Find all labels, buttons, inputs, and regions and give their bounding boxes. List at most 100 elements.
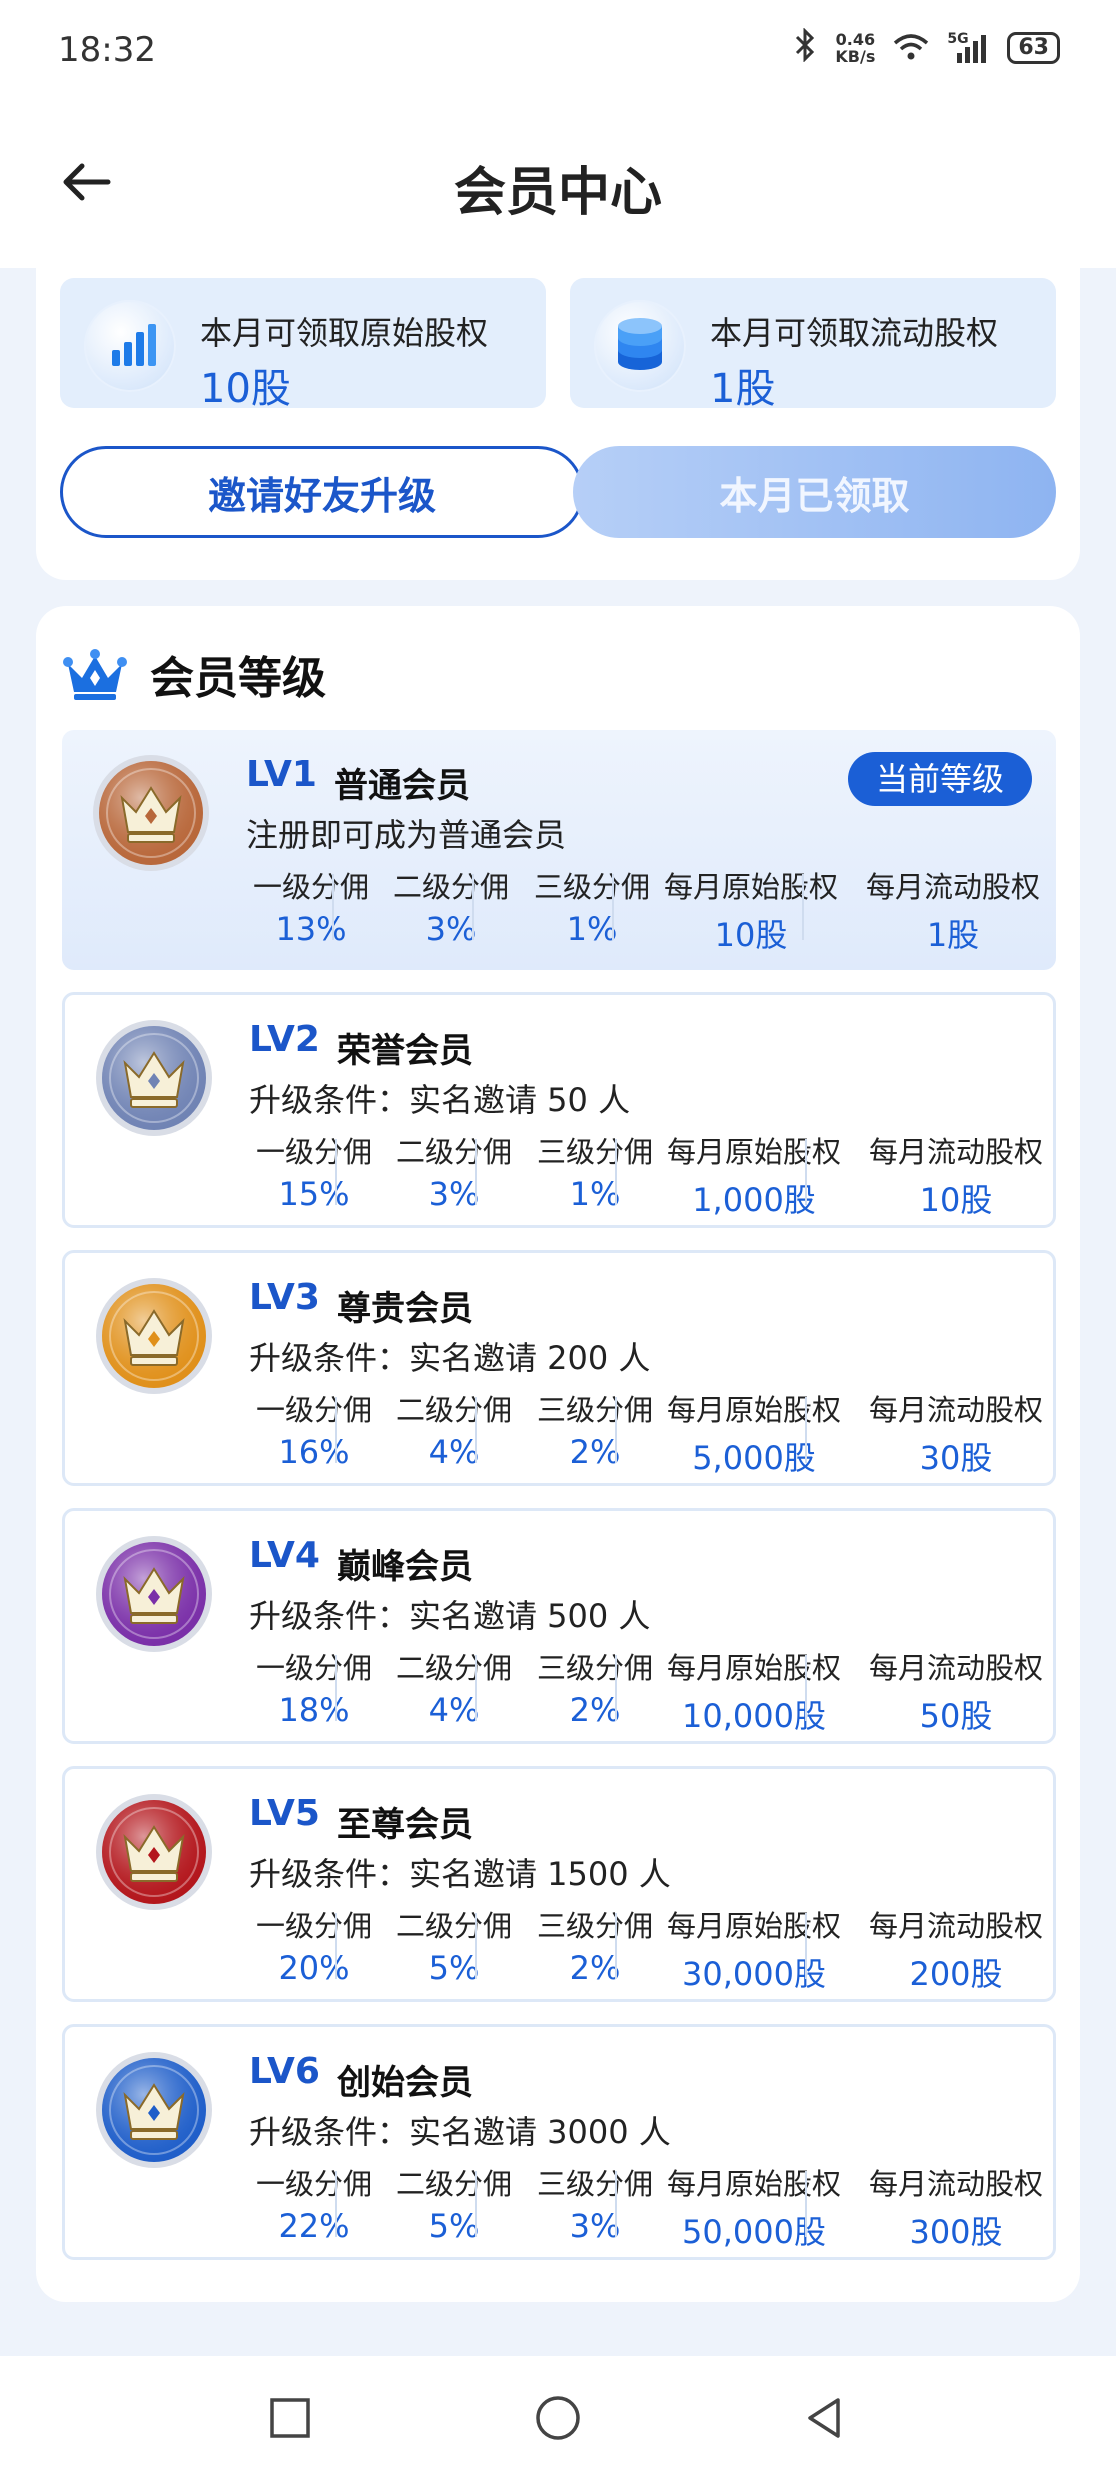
level-name: 巅峰会员 [337, 1547, 473, 1587]
column-divider [802, 874, 804, 940]
benefit-value: 10股 [919, 1181, 993, 1219]
benefit-column: 二级分佣 3% [386, 864, 516, 948]
column-divider [615, 1913, 617, 1979]
level-name: 普通会员 [334, 766, 470, 806]
benefit-column: 每月原始股权 30,000股 [659, 1903, 849, 1995]
benefit-value: 200股 [909, 1955, 1003, 1993]
level-condition: 升级条件：实名邀请 1500 人 [249, 1855, 671, 1893]
benefit-value: 3% [428, 1175, 480, 1213]
benefit-column: 二级分佣 4% [389, 1387, 519, 1471]
benefit-value: 22% [278, 2207, 350, 2245]
benefit-label: 每月流动股权 [868, 1135, 1043, 1169]
battery-indicator: 63 [1007, 32, 1060, 64]
medal-crown-icon [96, 1020, 212, 1136]
benefit-column: 每月流动股权 30股 [861, 1387, 1051, 1479]
benefit-column: 每月原始股权 50,000股 [659, 2161, 849, 2253]
benefit-column: 每月流动股权 1股 [858, 864, 1048, 956]
current-level-badge: 当前等级 [847, 752, 1032, 806]
benefit-value: 1股 [926, 916, 980, 954]
benefit-value: 5% [428, 2207, 480, 2245]
benefit-column: 二级分佣 5% [389, 1903, 519, 1987]
level-code: LV5 [249, 1793, 320, 1834]
benefit-column: 三级分佣 1% [527, 864, 657, 948]
benefit-label: 每月流动股权 [868, 1909, 1043, 1943]
liquid-equity-box: 本月可领取流动股权 1股 [570, 278, 1056, 412]
column-divider [472, 874, 474, 940]
level-code: LV4 [249, 1535, 320, 1576]
benefit-value: 1% [569, 1175, 621, 1213]
benefit-label: 三级分佣 [536, 1135, 653, 1169]
benefit-column: 每月流动股权 300股 [861, 2161, 1051, 2253]
benefit-value: 3% [425, 910, 477, 948]
level-code: LV3 [249, 1277, 320, 1318]
level-benefits: 一级分佣 15% 二级分佣 3% 三级分佣 1% 每月原始股权 1,000股 每月流动股权 10股 [249, 1129, 1053, 1219]
benefit-value: 10股 [714, 916, 788, 954]
medal-crown-icon [96, 2052, 212, 2168]
benefit-column: 一级分佣 16% [249, 1387, 379, 1471]
claimed-button[interactable]: 本月已领取 [573, 446, 1056, 538]
system-back-button[interactable] [798, 2392, 850, 2444]
level-card-lv6: LV6 创始会员 升级条件：实名邀请 3000 人一级分佣 22% 二级分佣 5% 三级分佣… [62, 2024, 1056, 2260]
equity-summary-card: 本月可领取原始股权 10股 本月可领取流动股权 1股 邀请好友升级 本月已领取 [36, 268, 1080, 580]
home-button[interactable] [532, 2392, 584, 2444]
column-divider [805, 1397, 807, 1463]
bluetooth-icon [791, 27, 819, 68]
recent-apps-button[interactable] [264, 2392, 316, 2444]
benefit-column: 二级分佣 4% [389, 1645, 519, 1729]
benefit-label: 每月流动股权 [868, 1393, 1043, 1427]
benefit-column: 每月原始股权 10股 [656, 864, 846, 956]
benefit-label: 一级分佣 [255, 1909, 372, 1943]
network-speed-unit: KB/s [835, 47, 876, 66]
network-speed: 0.46 KB/s [835, 31, 875, 65]
medal-crown-icon [96, 1794, 212, 1910]
level-condition: 升级条件：实名邀请 500 人 [249, 1597, 651, 1635]
level-benefits: 一级分佣 18% 二级分佣 4% 三级分佣 2% 每月原始股权 10,000股 每月流动股权 50… [249, 1645, 1053, 1735]
benefit-label: 每月原始股权 [663, 870, 838, 904]
benefit-label: 二级分佣 [395, 1393, 512, 1427]
level-code: LV2 [249, 1019, 320, 1060]
benefit-label: 二级分佣 [395, 1135, 512, 1169]
system-nav-bar [0, 2356, 1116, 2480]
original-equity-value: 10股 [200, 366, 291, 412]
benefit-column: 一级分佣 22% [249, 2161, 379, 2245]
benefit-column: 每月原始股权 5,000股 [659, 1387, 849, 1479]
column-divider [805, 1913, 807, 1979]
crown-icon [63, 649, 127, 700]
level-card-lv2: LV2 荣誉会员 升级条件：实名邀请 50 人一级分佣 15% 二级分佣 3% 三级分佣 1%… [62, 992, 1056, 1228]
coin-stack-icon [594, 300, 686, 392]
benefit-value: 13% [275, 910, 347, 948]
level-benefits: 一级分佣 22% 二级分佣 5% 三级分佣 3% 每月原始股权 50,000股 每月流动股权 30… [249, 2161, 1053, 2251]
level-condition: 升级条件：实名邀请 50 人 [249, 1081, 631, 1119]
benefit-label: 一级分佣 [255, 1651, 372, 1685]
benefit-column: 一级分佣 20% [249, 1903, 379, 1987]
level-name: 荣誉会员 [337, 1031, 473, 1071]
invite-friends-button[interactable]: 邀请好友升级 [60, 446, 584, 538]
levels-title: 会员等级 [150, 653, 326, 704]
status-bar: 18:32 0.46 KB/s 5G 63 [0, 0, 1116, 100]
benefit-label: 三级分佣 [536, 2167, 653, 2201]
benefit-label: 三级分佣 [536, 1393, 653, 1427]
benefit-column: 三级分佣 2% [530, 1387, 660, 1471]
benefit-value: 20% [278, 1949, 350, 1987]
liquid-equity-label: 本月可领取流动股权 [710, 314, 999, 352]
column-divider [615, 1655, 617, 1721]
column-divider [475, 1139, 477, 1205]
benefit-value: 4% [428, 1691, 480, 1729]
benefit-label: 每月原始股权 [666, 1651, 841, 1685]
levels-header: 会员等级 [62, 642, 326, 706]
benefit-label: 二级分佣 [395, 1651, 512, 1685]
original-equity-label: 本月可领取原始股权 [200, 314, 489, 352]
column-divider [475, 1397, 477, 1463]
benefit-column: 每月流动股权 50股 [861, 1645, 1051, 1737]
benefit-value: 30,000股 [682, 1955, 826, 1993]
column-divider [615, 1397, 617, 1463]
circle-icon [536, 2396, 580, 2440]
benefit-column: 二级分佣 3% [389, 1129, 519, 1213]
page-title: 会员中心 [453, 163, 662, 223]
benefit-column: 每月原始股权 1,000股 [659, 1129, 849, 1221]
column-divider [805, 1139, 807, 1205]
bar-chart-icon [84, 300, 176, 392]
benefit-label: 一级分佣 [252, 870, 369, 904]
cellular-signal-icon: 5G [947, 31, 991, 65]
benefit-value: 1% [566, 910, 618, 948]
